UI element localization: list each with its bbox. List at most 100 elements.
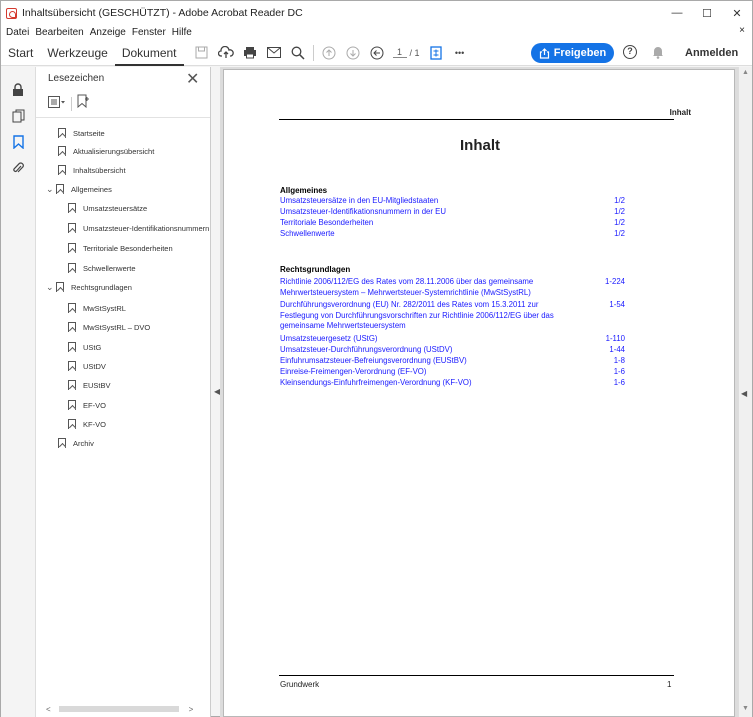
toc-entry-page: 1-224: [605, 277, 625, 286]
cloud-upload-icon[interactable]: [214, 40, 238, 66]
close-panel-button[interactable]: ✕: [186, 69, 199, 89]
scroll-left-icon[interactable]: <: [46, 705, 51, 714]
bookmark-icon: [68, 303, 76, 313]
bookmark-item[interactable]: UStDV: [68, 359, 106, 373]
close-window-button[interactable]: ✕: [722, 1, 752, 25]
bookmark-item[interactable]: ⌄ Allgemeines: [46, 182, 112, 196]
scroll-right-icon[interactable]: >: [189, 705, 194, 714]
menu-datei[interactable]: Datei: [6, 27, 29, 38]
previous-page-icon[interactable]: [317, 40, 341, 66]
page-number-input[interactable]: 1: [392, 47, 407, 58]
bookmark-item[interactable]: Umsatzsteuersätze: [68, 201, 147, 215]
bookmark-icon: [68, 322, 76, 332]
page-thumbnails-icon[interactable]: [9, 107, 27, 125]
toc-entry[interactable]: Kleinsendungs-Einfuhrfreimengen-Verordnu…: [280, 378, 625, 389]
toc-entry-text: Umsatzsteuer-Durchführungsverordnung (US…: [280, 345, 453, 354]
page-indicator: 1 / 1: [392, 47, 420, 58]
toc-entry[interactable]: Umsatzsteuersätze in den EU-Mitgliedstaa…: [280, 196, 625, 207]
bookmark-add-icon[interactable]: [77, 94, 89, 113]
toc-entry[interactable]: Schwellenwerte 1/2: [280, 229, 625, 240]
maximize-button[interactable]: ☐: [692, 1, 722, 25]
print-icon[interactable]: [238, 40, 262, 66]
menu-fenster[interactable]: Fenster: [132, 27, 166, 38]
acrobat-window: Inhaltsübersicht (GESCHÜTZT) - Adobe Acr…: [0, 0, 753, 717]
toc-entry[interactable]: Territoriale Besonderheiten 1/2: [280, 218, 625, 229]
menu-hilfe[interactable]: Hilfe: [172, 27, 192, 38]
toc-entry-page: 1-54: [609, 300, 625, 309]
bookmark-icon: [58, 128, 66, 138]
bookmark-item[interactable]: EUStBV: [68, 378, 111, 392]
tab-start[interactable]: Start: [1, 40, 40, 66]
bookmark-icon: [68, 361, 76, 371]
tab-dokument[interactable]: Dokument: [114, 40, 184, 66]
bookmark-item[interactable]: Startseite: [58, 126, 105, 140]
chevron-down-icon[interactable]: ⌄: [46, 282, 56, 293]
bookmark-options-icon[interactable]: [48, 95, 66, 113]
page-footer-text: Grundwerk: [280, 680, 320, 689]
bookmark-item[interactable]: EF-VO: [68, 398, 106, 412]
save-icon[interactable]: [190, 40, 214, 66]
fit-page-icon[interactable]: [424, 40, 448, 66]
toc-entry[interactable]: Umsatzsteuer-Durchführungsverordnung (US…: [280, 345, 625, 356]
bookmarks-panel-title: Lesezeichen: [48, 73, 105, 84]
document-title: Inhalt: [460, 137, 500, 154]
signin-button[interactable]: Anmelden: [685, 47, 738, 59]
panel-horizontal-scrollbar[interactable]: < >: [46, 704, 208, 714]
search-icon[interactable]: [286, 40, 310, 66]
bookmark-label: EUStBV: [83, 380, 111, 390]
bookmark-label: Rechtsgrundlagen: [71, 282, 132, 292]
help-icon[interactable]: ?: [623, 45, 637, 59]
toc-entry[interactable]: Einreise-Freimengen-Verordnung (EF-VO) 1…: [280, 367, 625, 378]
notification-bell-icon[interactable]: [652, 45, 664, 59]
bookmark-label: Umsatzsteuersätze: [83, 203, 148, 213]
bookmark-item[interactable]: Territoriale Besonderheiten: [68, 241, 173, 255]
bookmark-item[interactable]: KF-VO: [68, 417, 106, 431]
scroll-down-icon[interactable]: ▼: [742, 705, 749, 712]
page-running-header: Inhalt: [669, 108, 691, 117]
scroll-up-icon[interactable]: ▲: [742, 69, 749, 76]
bookmark-label: Aktualisierungsübersicht: [73, 146, 155, 156]
bookmark-icon: [56, 184, 64, 194]
bookmark-label: Startseite: [73, 128, 105, 138]
bookmark-item[interactable]: Inhaltsübersicht: [58, 163, 126, 177]
bookmark-icon: [58, 165, 66, 175]
minimize-button[interactable]: —: [662, 1, 692, 25]
menu-bearbeiten[interactable]: Bearbeiten: [35, 27, 83, 38]
bookmark-item[interactable]: UStG: [68, 340, 101, 354]
close-document-button[interactable]: ×: [739, 25, 745, 36]
next-page-icon[interactable]: [341, 40, 365, 66]
toc-entry[interactable]: Richtlinie 2006/112/EG des Rates vom 28.…: [280, 277, 625, 298]
bookmark-item[interactable]: ⌄ Rechtsgrundlagen: [46, 280, 132, 294]
share-button[interactable]: Freigeben: [531, 43, 614, 63]
expand-right-panel-icon[interactable]: ◀: [741, 389, 747, 398]
toc-entry[interactable]: Durchführungsverordnung (EU) Nr. 282/201…: [280, 300, 625, 332]
chevron-down-icon[interactable]: ⌄: [46, 184, 56, 195]
tab-werkzeuge[interactable]: Werkzeuge: [40, 40, 114, 66]
toc-entry-text: Richtlinie 2006/112/EG des Rates vom 28.…: [280, 277, 534, 297]
email-icon[interactable]: [262, 40, 286, 66]
toc-entry-text: Umsatzsteuergesetz (UStG): [280, 334, 378, 343]
window-title: Inhaltsübersicht (GESCHÜTZT) - Adobe Acr…: [22, 7, 303, 19]
bookmark-item[interactable]: MwStSystRL – DVO: [68, 320, 150, 334]
scrollbar-thumb[interactable]: [58, 706, 179, 712]
bookmark-item[interactable]: MwStSystRL: [68, 301, 126, 315]
title-bar: Inhaltsübersicht (GESCHÜTZT) - Adobe Acr…: [1, 1, 752, 25]
bookmark-icon: [58, 146, 66, 156]
attachments-icon[interactable]: [9, 159, 27, 177]
lock-icon[interactable]: [9, 81, 27, 99]
bookmark-label: MwStSystRL: [83, 303, 126, 313]
bookmark-item[interactable]: Aktualisierungsübersicht: [58, 144, 154, 158]
toc-entry[interactable]: Einfuhrumsatzsteuer-Befreiungsverordnung…: [280, 356, 625, 367]
toc-entry[interactable]: Umsatzsteuergesetz (UStG) 1-110: [280, 334, 625, 345]
bookmarks-panel: Lesezeichen ✕ Startseite Aktualisierungs…: [36, 67, 211, 717]
menu-anzeige[interactable]: Anzeige: [90, 27, 126, 38]
share-icon: [539, 47, 549, 59]
bookmark-label: Inhaltsübersicht: [73, 165, 126, 175]
toc-entry[interactable]: Umsatzsteuer-Identifikationsnummern in d…: [280, 207, 625, 218]
more-tools-button[interactable]: •••: [448, 40, 472, 66]
back-icon[interactable]: [365, 40, 389, 66]
bookmark-item[interactable]: Umsatzsteuer-Identifikationsnummern: [68, 221, 209, 235]
bookmark-item[interactable]: Schwellenwerte: [68, 261, 136, 275]
bookmark-item[interactable]: Archiv: [58, 436, 94, 450]
bookmarks-icon[interactable]: [9, 133, 27, 151]
